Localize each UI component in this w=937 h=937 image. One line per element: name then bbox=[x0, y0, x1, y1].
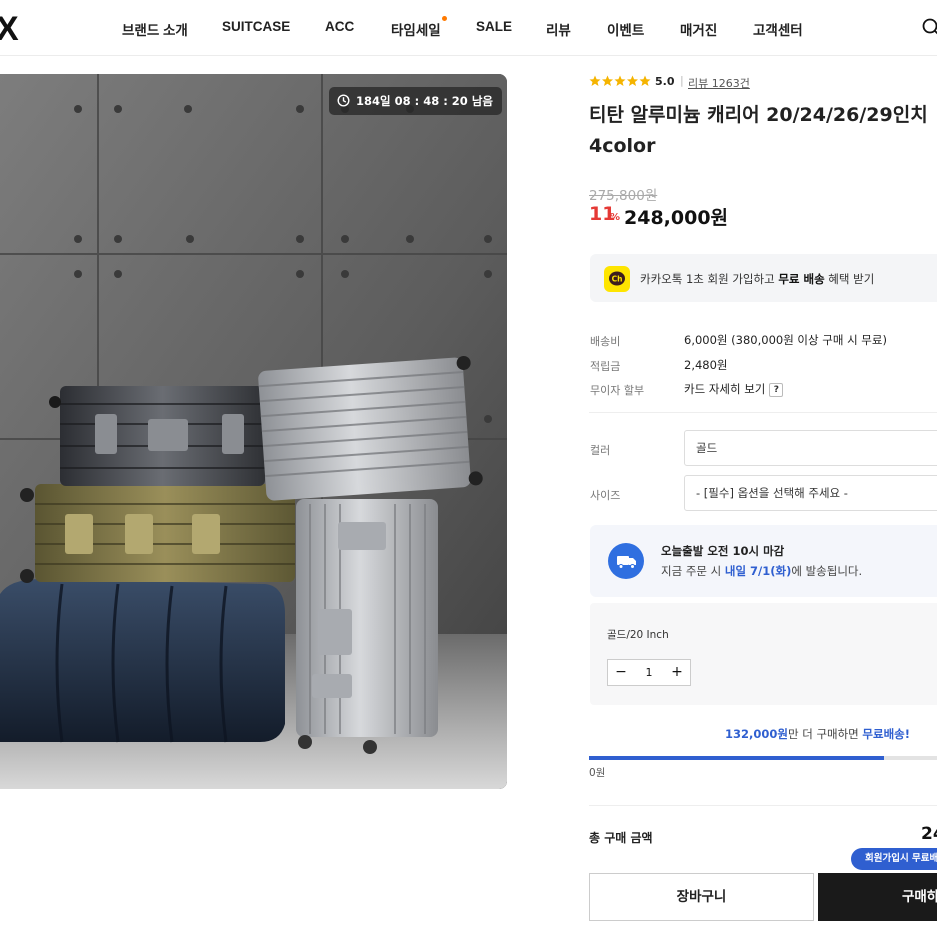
delivery-truck-icon bbox=[608, 543, 644, 579]
luggage-photo bbox=[0, 74, 507, 789]
installment-label: 무이자 할부 bbox=[590, 384, 645, 397]
nav-item-review[interactable]: 리뷰 bbox=[546, 19, 571, 39]
size-select[interactable]: - [필수] 옵션을 선택해 주세요 - bbox=[684, 475, 937, 511]
nav-item-magazine[interactable]: 매거진 bbox=[680, 19, 717, 39]
site-header: X 브랜드 소개 SUITCASE ACC 타임세일 SALE 리뷰 이벤트 매… bbox=[0, 0, 937, 56]
selected-option-panel: 골드/20 Inch − 1 + bbox=[590, 603, 937, 705]
section-divider bbox=[589, 412, 937, 413]
rating-value: 5.0 bbox=[655, 75, 675, 88]
quantity-increase-button[interactable]: + bbox=[664, 660, 690, 685]
kakao-signup-banner[interactable]: Ch 카카오톡 1초 회원 가입하고 무료 배송 혜택 받기 bbox=[590, 254, 937, 302]
nav-item-brand[interactable]: 브랜드 소개 bbox=[122, 19, 188, 39]
nav-item-event[interactable]: 이벤트 bbox=[607, 19, 644, 39]
free-shipping-progress bbox=[589, 756, 937, 760]
quantity-stepper: − 1 + bbox=[607, 659, 691, 686]
help-icon[interactable]: ? bbox=[769, 382, 784, 397]
discount-unit: % bbox=[610, 212, 621, 223]
buy-now-button[interactable]: 구매하 bbox=[818, 873, 937, 921]
member-free-shipping-badge: 회원가입시 무료배 bbox=[851, 848, 937, 870]
product-title: 티탄 알루미늄 캐리어 20/24/26/29인치 4color bbox=[589, 104, 928, 157]
nav-item-acc[interactable]: ACC bbox=[325, 19, 354, 34]
free-shipping-progress-fill bbox=[589, 756, 885, 760]
color-select[interactable]: 골드 bbox=[684, 430, 937, 466]
quantity-decrease-button[interactable]: − bbox=[608, 660, 634, 685]
shipping-cutoff-title: 오늘출발 오전 10시 마감 bbox=[661, 544, 785, 558]
nav-item-timesale-label: 타임세일 bbox=[391, 23, 441, 38]
original-price: 275,800원 bbox=[589, 188, 658, 204]
brand-logo[interactable]: X bbox=[0, 10, 19, 49]
kakao-icon-text: Ch bbox=[612, 275, 623, 284]
remaining-amount: 132,000원 bbox=[725, 727, 788, 741]
section-divider bbox=[589, 805, 937, 806]
shipping-fee-label: 배송비 bbox=[590, 335, 621, 348]
rating-divider: | bbox=[680, 74, 684, 87]
shipping-date: 내일 7/1(화) bbox=[724, 564, 792, 578]
total-price-value: 24 bbox=[921, 824, 937, 844]
new-dot-icon bbox=[442, 16, 447, 21]
quantity-value[interactable]: 1 bbox=[634, 660, 664, 685]
kakao-banner-text: 카카오톡 1초 회원 가입하고 무료 배송 혜택 받기 bbox=[640, 272, 875, 286]
shipping-eta-text: 지금 주문 시 내일 7/1(화)에 발송됩니다. bbox=[661, 564, 863, 578]
nav-item-sale[interactable]: SALE bbox=[476, 19, 512, 34]
shipping-fee-value: 6,000원 (380,000원 이상 구매 시 무료) bbox=[684, 333, 887, 347]
nav-item-suitcase[interactable]: SUITCASE bbox=[222, 19, 290, 34]
kakao-channel-icon: Ch bbox=[604, 266, 630, 292]
star-rating-icon bbox=[589, 75, 651, 86]
review-count-link[interactable]: 리뷰 1263건 bbox=[688, 75, 750, 91]
same-day-shipping-notice: 오늘출발 오전 10시 마감 지금 주문 시 내일 7/1(화)에 발송됩니다. bbox=[590, 525, 937, 597]
add-to-cart-button[interactable]: 장바구니 bbox=[589, 873, 814, 921]
timesale-countdown: 184일 08 : 48 : 20 남음 bbox=[329, 87, 502, 115]
points-label: 적립금 bbox=[590, 360, 621, 373]
size-option-label: 사이즈 bbox=[590, 489, 621, 502]
nav-item-timesale[interactable]: 타임세일 bbox=[391, 16, 447, 39]
progress-start-label: 0원 bbox=[589, 767, 606, 779]
nav-item-support[interactable]: 고객센터 bbox=[753, 19, 803, 39]
product-image[interactable] bbox=[0, 74, 507, 789]
sale-price: 248,000원 bbox=[624, 207, 729, 229]
free-shipping-label: 무료배송! bbox=[862, 727, 910, 741]
color-option-label: 컬러 bbox=[590, 444, 611, 457]
total-price-label: 총 구매 금액 bbox=[589, 831, 653, 845]
free-shipping-message: 132,000원만 더 구매하면 무료배송! bbox=[725, 727, 910, 741]
search-icon[interactable] bbox=[921, 17, 937, 37]
countdown-text: 184일 08 : 48 : 20 남음 bbox=[356, 94, 493, 108]
installment-link[interactable]: 카드 자세히 보기? bbox=[684, 381, 784, 397]
selected-option-name: 골드/20 Inch bbox=[607, 629, 669, 641]
clock-icon bbox=[337, 94, 350, 107]
kakao-highlight: 무료 배송 bbox=[778, 272, 825, 286]
points-value: 2,480원 bbox=[684, 358, 728, 372]
